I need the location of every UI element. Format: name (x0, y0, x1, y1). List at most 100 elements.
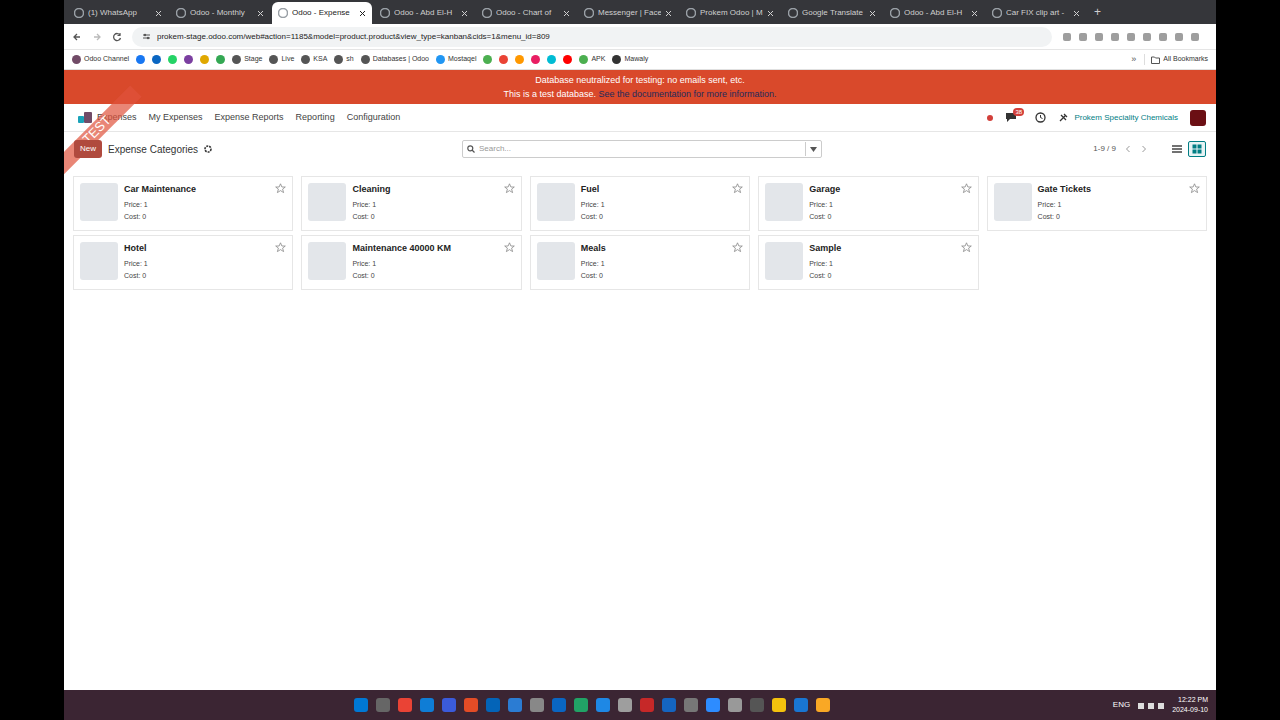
browser-tab[interactable]: Messenger | Face (578, 2, 678, 24)
chat-button[interactable]: 38 (1005, 112, 1023, 123)
taskbar-app-icon[interactable] (750, 698, 764, 712)
new-tab-button[interactable]: + (1088, 3, 1107, 21)
all-bookmarks[interactable]: All Bookmarks (1144, 54, 1208, 65)
taskbar-app-icon[interactable] (596, 698, 610, 712)
favicon-icon (176, 8, 186, 18)
bookmark[interactable] (499, 55, 508, 64)
browser-tab[interactable]: Google Translate (782, 2, 882, 24)
bookmark[interactable] (547, 55, 556, 64)
taskbar-app-icon[interactable] (442, 698, 456, 712)
taskbar-app-icon[interactable] (794, 698, 808, 712)
browser-tab[interactable]: Odoo - Expense (272, 2, 372, 24)
star-icon[interactable] (1189, 183, 1200, 194)
bookmark[interactable]: sh (334, 54, 353, 65)
list-view-button[interactable] (1168, 141, 1186, 157)
bookmark[interactable]: Stage (232, 54, 262, 65)
kanban-card[interactable]: GaragePrice: 1Cost: 0 (758, 176, 978, 231)
new-button[interactable]: New (74, 140, 102, 158)
star-icon[interactable] (961, 242, 972, 253)
search-input[interactable] (479, 143, 801, 155)
bookmark-favicon-icon (563, 55, 572, 64)
kanban-card[interactable]: Car MaintenancePrice: 1Cost: 0 (73, 176, 293, 231)
taskbar-app-icon[interactable] (376, 698, 390, 712)
bookmark[interactable]: Live (269, 54, 294, 65)
kanban-card[interactable]: Maintenance 40000 KMPrice: 1Cost: 0 (301, 235, 521, 290)
bookmark[interactable] (563, 55, 572, 64)
favicon-icon (686, 8, 696, 18)
browser-tab[interactable]: Car FIX clip art - (986, 2, 1086, 24)
menu-item[interactable]: Configuration (347, 111, 401, 125)
more-bookmarks[interactable]: » (1131, 53, 1136, 67)
star-icon[interactable] (504, 242, 515, 253)
bookmark[interactable]: Odoo Channel (72, 54, 129, 65)
bookmark[interactable]: KSA (301, 54, 327, 65)
taskbar-app-icon[interactable] (618, 698, 632, 712)
bookmark[interactable]: Mostaqel (436, 54, 476, 65)
star-icon[interactable] (504, 183, 515, 194)
bookmark[interactable] (216, 55, 225, 64)
folder-icon (1151, 56, 1160, 64)
bookmark[interactable] (168, 55, 177, 64)
category-image (765, 242, 803, 280)
taskbar-app-icon[interactable] (816, 698, 830, 712)
menu-item[interactable]: My Expenses (149, 111, 203, 125)
menu-item[interactable]: Expense Reports (215, 111, 284, 125)
star-icon[interactable] (275, 183, 286, 194)
kanban-card[interactable]: CleaningPrice: 1Cost: 0 (301, 176, 521, 231)
kanban-card[interactable]: MealsPrice: 1Cost: 0 (530, 235, 750, 290)
taskbar-app-icon[interactable] (640, 698, 654, 712)
taskbar-app-icon[interactable] (662, 698, 676, 712)
browser-tab[interactable]: (1) WhatsApp (68, 2, 168, 24)
documentation-link[interactable]: See the documentation for more informati… (598, 89, 776, 99)
bookmark[interactable] (483, 55, 492, 64)
taskbar-app-icon[interactable] (684, 698, 698, 712)
clock[interactable]: 12:22 PM2024-09-10 (1172, 695, 1208, 715)
taskbar-app-icon[interactable] (772, 698, 786, 712)
bookmark[interactable]: Mawaly (612, 54, 648, 65)
taskbar-app-icon[interactable] (508, 698, 522, 712)
bookmark[interactable] (531, 55, 540, 64)
control-panel: NewExpense Categories1-9 / 9 (64, 134, 1216, 164)
bookmark-favicon-icon (184, 55, 193, 64)
menu-item[interactable]: Reporting (296, 111, 335, 125)
taskbar-app-icon[interactable] (398, 698, 412, 712)
kanban-card[interactable]: SamplePrice: 1Cost: 0 (758, 235, 978, 290)
bookmark-favicon-icon (531, 55, 540, 64)
bookmark[interactable] (200, 55, 209, 64)
bookmark-favicon-icon (72, 55, 81, 64)
browser-tab[interactable]: Odoo - Chart of (476, 2, 576, 24)
bookmark[interactable] (136, 55, 145, 64)
bookmark[interactable] (184, 55, 193, 64)
browser-tab[interactable]: Prokem Odoo | M (680, 2, 780, 24)
star-icon[interactable] (732, 242, 743, 253)
bookmark[interactable] (515, 55, 524, 64)
taskbar-app-icon[interactable] (706, 698, 720, 712)
kanban-card[interactable]: HotelPrice: 1Cost: 0 (73, 235, 293, 290)
taskbar-app-icon[interactable] (552, 698, 566, 712)
company-switcher[interactable]: Prokem Speciality Chemicals (1058, 112, 1178, 124)
star-icon[interactable] (961, 183, 972, 194)
bookmark[interactable] (152, 55, 161, 64)
taskbar-app-icon[interactable] (486, 698, 500, 712)
bookmark[interactable]: APK (579, 54, 605, 65)
avatar[interactable] (1190, 110, 1206, 126)
browser-tab[interactable]: Odoo - Abd El-H (884, 2, 984, 24)
taskbar-app-icon[interactable] (530, 698, 544, 712)
address-bar[interactable]: prokem-stage.odoo.com/web#action=1185&mo… (132, 27, 1052, 47)
pager: 1-9 / 9 (1093, 143, 1116, 155)
taskbar-app-icon[interactable] (354, 698, 368, 712)
browser-tab[interactable]: Odoo - Monthly (170, 2, 270, 24)
kanban-view-button[interactable] (1188, 141, 1206, 157)
browser-tab[interactable]: Odoo - Abd El-H (374, 2, 474, 24)
kanban-card[interactable]: FuelPrice: 1Cost: 0 (530, 176, 750, 231)
taskbar-app-icon[interactable] (420, 698, 434, 712)
taskbar-app-icon[interactable] (728, 698, 742, 712)
bookmark[interactable]: Databases | Odoo (361, 54, 429, 65)
taskbar-app-icon[interactable] (464, 698, 478, 712)
star-icon[interactable] (732, 183, 743, 194)
star-icon[interactable] (275, 242, 286, 253)
taskbar-app-icon[interactable] (574, 698, 588, 712)
favicon-icon (482, 8, 492, 18)
next-icon (1140, 145, 1148, 153)
kanban-card[interactable]: Gate TicketsPrice: 1Cost: 0 (987, 176, 1207, 231)
